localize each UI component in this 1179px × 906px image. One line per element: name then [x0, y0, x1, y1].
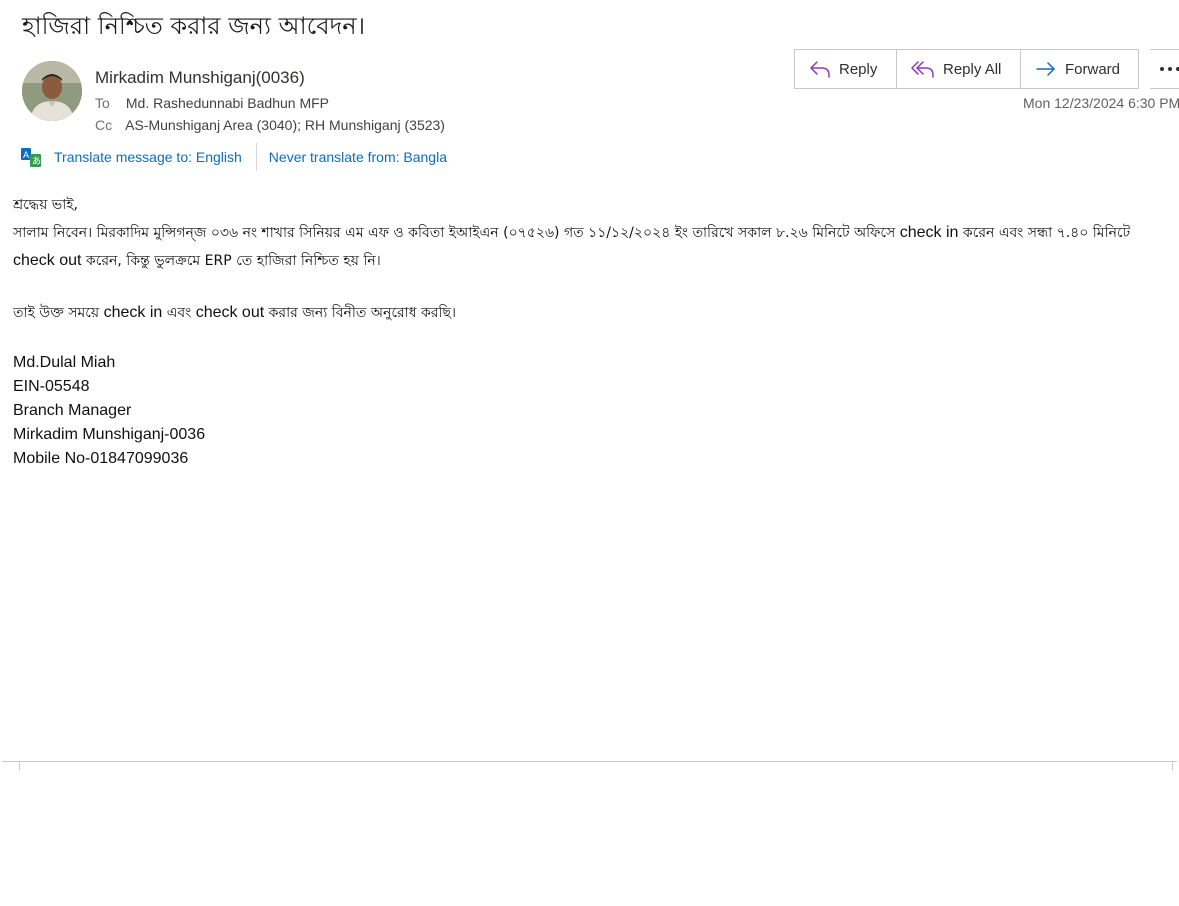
translate-bar: A あ Translate message to: English Never … [20, 143, 447, 171]
to-recipient[interactable]: Md. Rashedunnabi Badhun MFP [126, 95, 329, 111]
signature-title: Branch Manager [13, 402, 132, 419]
para2-text-c: করার জন্য বিনীত অনুরোধ করছি। [264, 305, 456, 321]
signature-branch: Mirkadim Munshiganj-0036 [13, 426, 206, 443]
more-options-button[interactable] [1150, 49, 1179, 89]
to-row: To Md. Rashedunnabi Badhun MFP [95, 95, 329, 111]
person-photo-icon [22, 61, 82, 121]
more-options-icon [1159, 66, 1179, 72]
signature-mobile: Mobile No-01847099036 [13, 450, 189, 467]
para1-text-a: সালাম নিবেন। মিরকাদিম মুন্সিগন্জ ০৩৬ নং … [13, 225, 900, 241]
scroll-left-arrow[interactable] [2, 762, 20, 770]
svg-text:あ: あ [32, 156, 41, 167]
translate-message-link[interactable]: Translate message to: English [54, 149, 242, 165]
body-paragraph-1: সালাম নিবেন। মিরকাদিম মুন্সিগন্জ ০৩৬ নং … [13, 219, 1163, 275]
translate-icon: A あ [20, 146, 42, 168]
reply-label: Reply [839, 60, 878, 78]
cc-row: Cc AS-Munshiganj Area (3040); RH Munshig… [95, 117, 445, 133]
email-subject: হাজিরা নিশ্চিত করার জন্য আবেদন। [22, 12, 366, 40]
reply-all-label: Reply All [943, 60, 1002, 78]
para2-check-in: check in [103, 304, 163, 321]
para2-text-a: তাই উক্ত সময়ে [13, 305, 104, 321]
para1-text-b: করেন এবং সন্ধা ৭.৪০ মিনিটে [958, 225, 1131, 241]
cc-label: Cc [95, 117, 113, 133]
sender-name[interactable]: Mirkadim Munshiganj(0036) [95, 68, 305, 88]
para1-text-c: করেন, কিন্তু ভুলক্রমে ERP তে হাজিরা নিশ্… [81, 253, 381, 269]
horizontal-scrollbar[interactable] [2, 761, 1177, 770]
forward-label: Forward [1065, 60, 1121, 78]
svg-text:A: A [23, 151, 30, 161]
reply-all-icon [911, 59, 935, 79]
sender-avatar[interactable] [22, 61, 82, 121]
forward-button[interactable]: Forward [1021, 49, 1139, 89]
para2-check-out: check out [195, 304, 265, 321]
para1-check-out: check out [13, 252, 82, 269]
signature-ein: EIN-05548 [13, 378, 90, 395]
signature-block: Md.Dulal Miah EIN-05548 Branch Manager M… [13, 351, 1163, 471]
body-paragraph-2: তাই উক্ত সময়ে check in এবং check out কর… [13, 299, 1163, 327]
para2-text-b: এবং [162, 305, 196, 321]
message-actions: Reply Reply All Forward [794, 49, 1179, 89]
cc-recipients[interactable]: AS-Munshiganj Area (3040); RH Munshiganj… [125, 117, 445, 133]
never-translate-link[interactable]: Never translate from: Bangla [269, 149, 447, 165]
forward-icon [1035, 59, 1057, 79]
translate-divider [255, 143, 257, 171]
greeting-line: শ্রদ্ধেয় ভাই, [13, 197, 78, 213]
reply-button[interactable]: Reply [794, 49, 897, 89]
reply-all-button[interactable]: Reply All [897, 49, 1021, 89]
message-body: শ্রদ্ধেয় ভাই, সালাম নিবেন। মিরকাদিম মুন… [13, 192, 1163, 471]
to-label: To [95, 95, 110, 111]
sent-date: Mon 12/23/2024 6:30 PM [1023, 95, 1179, 111]
signature-name: Md.Dulal Miah [13, 354, 116, 371]
reply-icon [809, 59, 831, 79]
email-reading-pane: হাজিরা নিশ্চিত করার জন্য আবেদন। Mirkadim… [0, 0, 1179, 906]
para1-check-in: check in [899, 224, 959, 241]
scroll-right-arrow[interactable] [1172, 762, 1177, 770]
